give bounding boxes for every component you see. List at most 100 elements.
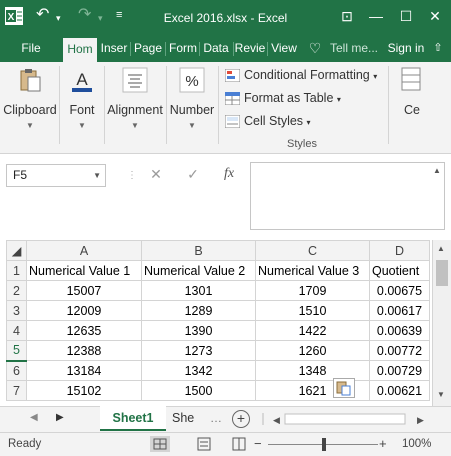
cell[interactable]: 1301 [141,280,256,301]
ribbon-display-icon[interactable]: ⊡ [336,6,358,26]
prev-sheet-icon[interactable]: ◀ [30,412,38,423]
share-icon[interactable]: ⇧ [430,36,446,62]
cell[interactable]: 15007 [26,280,142,301]
cell[interactable]: Numerical Value 1 [26,260,142,281]
cancel-icon[interactable]: ✕ [146,166,166,183]
tab-insert[interactable]: Inser [98,36,130,62]
formula-input[interactable] [250,162,445,230]
more-sheets-icon[interactable]: … [210,411,222,425]
cell[interactable]: 13184 [26,360,142,381]
format-as-table-button[interactable]: Format as Table ▾ [225,89,341,107]
clipboard-icon [20,69,41,92]
chevron-down-icon[interactable]: ▼ [93,165,101,186]
row-header[interactable]: 6 [6,360,27,381]
cell[interactable]: 1273 [141,340,256,361]
select-all-corner[interactable]: ◢ [6,240,27,261]
cell[interactable]: 12009 [26,300,142,321]
page-layout-view-icon[interactable] [197,436,211,452]
sheet-tab-bar: ◀ ▶ Sheet1 She … + ◀ ▶ [0,406,451,432]
number-label: Number [169,103,215,117]
tab-page-layout[interactable]: Page [132,36,164,62]
lightbulb-icon: ♡ [308,40,322,56]
cell[interactable]: Numerical Value 2 [141,260,256,281]
cell[interactable]: 1422 [255,320,370,341]
row-header[interactable]: 3 [6,300,27,321]
tab-formulas[interactable]: Form [167,36,199,62]
tab-home[interactable]: Hom [63,38,97,62]
column-header-a[interactable]: A [26,240,142,261]
cell[interactable]: 0.00617 [369,300,430,321]
cell[interactable]: Numerical Value 3 [255,260,370,281]
cell[interactable]: 0.00639 [369,320,430,341]
font-group[interactable]: A Font ▼ [61,62,103,142]
minimize-button[interactable]: — [365,6,387,26]
alignment-group[interactable]: Alignment ▼ [105,62,165,142]
paste-options-button[interactable] [333,378,355,398]
sheet-tab-active[interactable]: Sheet1 [100,406,166,431]
tab-review[interactable]: Revie [234,36,266,62]
sheet-tab[interactable]: She [172,411,194,425]
cell[interactable]: 1709 [255,280,370,301]
zoom-slider-thumb[interactable] [322,438,326,451]
worksheet-grid[interactable]: ◢ A B C D 1 Numerical Value 1 Numerical … [6,240,434,404]
title-bar: X ↶ ▾ ↷ ▾ ≡ Excel 2016.xlsx - Excel ⊡ — … [0,0,451,36]
cells-label: Ce [404,103,420,117]
column-header-b[interactable]: B [141,240,256,261]
insert-function-icon[interactable]: fx [219,166,239,182]
scroll-down-icon[interactable]: ▼ [437,390,445,399]
zoom-level[interactable]: 100% [402,438,431,450]
tell-me-input[interactable]: Tell me... [326,36,382,62]
cell[interactable]: 1289 [141,300,256,321]
column-header-d[interactable]: D [369,240,430,261]
splitter-handle-icon[interactable]: ⋮ [127,170,137,181]
normal-view-icon[interactable] [150,436,170,452]
cell[interactable]: 1260 [255,340,370,361]
number-group[interactable]: % Number ▼ [167,62,217,142]
cell[interactable]: 1510 [255,300,370,321]
tab-file[interactable]: File [10,36,52,62]
cell-styles-button[interactable]: Cell Styles ▾ [225,112,311,130]
zoom-out-icon[interactable]: − [254,436,262,451]
horizontal-scrollbar[interactable]: ◀ ▶ [255,410,433,428]
expand-formula-icon[interactable]: ▲ [433,166,441,175]
column-header-c[interactable]: C [255,240,370,261]
cell[interactable]: 15102 [26,380,142,401]
cells-group[interactable]: Ce [392,62,432,142]
chevron-down-icon: ▼ [131,121,139,130]
tab-data[interactable]: Data [200,36,232,62]
formula-bar: F5 ▼ ⋮ ✕ ✓ fx ▲ [0,154,451,240]
page-break-view-icon[interactable] [232,436,246,452]
row-header[interactable]: 1 [6,260,27,281]
row-header[interactable]: 5 [6,340,27,362]
chevron-down-icon: ▼ [26,121,34,130]
table-row: 2 15007 1301 1709 0.00675 [6,280,430,301]
cell[interactable]: Quotient [369,260,430,281]
tab-view[interactable]: View [268,36,300,62]
cell[interactable]: 0.00675 [369,280,430,301]
name-box[interactable]: F5 ▼ [6,164,106,187]
cell[interactable]: 1500 [141,380,256,401]
row-header[interactable]: 4 [6,320,27,341]
clipboard-group[interactable]: Clipboard ▼ [2,62,58,142]
next-sheet-icon[interactable]: ▶ [56,412,64,423]
cell[interactable]: 0.00729 [369,360,430,381]
zoom-in-icon[interactable]: + [379,436,387,451]
cell[interactable]: 0.00772 [369,340,430,361]
row-header[interactable]: 7 [6,380,27,401]
vertical-scrollbar[interactable]: ▲ ▼ [432,240,451,406]
cell[interactable]: 12388 [26,340,142,361]
scroll-up-icon[interactable]: ▲ [437,244,445,253]
cell[interactable]: 1342 [141,360,256,381]
row-header[interactable]: 2 [6,280,27,301]
add-sheet-button[interactable]: + [232,410,250,428]
enter-icon[interactable]: ✓ [183,166,203,183]
sign-in-link[interactable]: Sign in [384,36,428,62]
conditional-formatting-button[interactable]: Conditional Formatting ▾ [225,66,377,84]
scroll-thumb[interactable] [436,260,448,286]
cell[interactable]: 0.00621 [369,380,430,401]
cell[interactable]: 1390 [141,320,256,341]
cell-styles-icon [225,115,240,129]
close-button[interactable]: ✕ [424,6,446,26]
cell[interactable]: 12635 [26,320,142,341]
maximize-button[interactable]: ☐ [395,6,417,26]
